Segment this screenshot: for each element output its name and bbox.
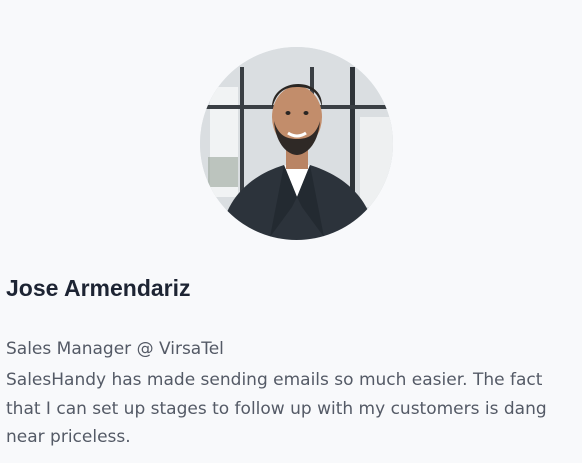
person-name: Jose Armendariz	[6, 275, 191, 301]
avatar-photo	[200, 47, 393, 240]
avatar	[200, 47, 393, 240]
person-role: Sales Manager @ VirsaTel	[6, 339, 224, 359]
testimonial-card: Jose Armendariz Sales Manager @ VirsaTel…	[0, 0, 582, 463]
testimonial-quote: SalesHandy has made sending emails so mu…	[6, 370, 547, 447]
